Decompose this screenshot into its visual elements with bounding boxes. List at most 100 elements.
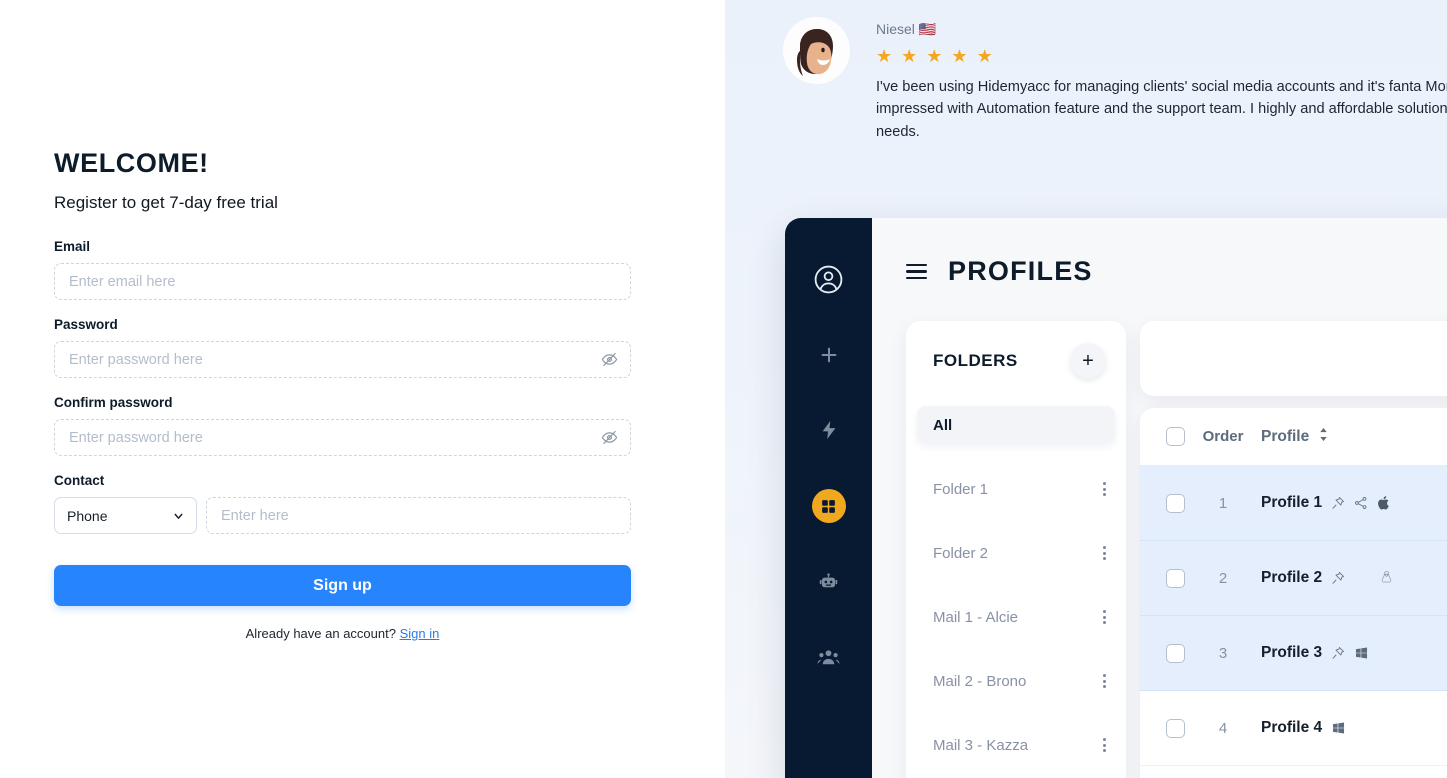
avatar <box>783 17 850 84</box>
folder-options-icon[interactable] <box>1103 482 1106 496</box>
folders-heading: FOLDERS <box>933 351 1018 370</box>
folder-label: Folder 1 <box>933 480 989 498</box>
signup-form-panel: WELCOME! Register to get 7-day free tria… <box>0 0 725 778</box>
contact-type-select[interactable]: Phone <box>54 497 197 534</box>
row-profile: Profile 2 <box>1261 569 1393 587</box>
existing-account-row: Already have an account? Sign in <box>54 626 631 641</box>
row-profile-name: Profile 1 <box>1261 494 1323 511</box>
testimonial-text: I've been using Hidemyacc for managing c… <box>876 79 1447 140</box>
row-order: 2 <box>1218 569 1228 587</box>
sign-in-link[interactable]: Sign in <box>400 626 440 641</box>
apple-icon <box>1377 495 1391 511</box>
contact-row: Phone <box>54 497 631 534</box>
signup-page: WELCOME! Register to get 7-day free tria… <box>0 0 1447 778</box>
toggle-confirm-password-visibility-icon[interactable] <box>600 429 618 447</box>
row-profile-name: Profile 3 <box>1261 644 1323 661</box>
sign-up-button[interactable]: Sign up <box>54 565 631 606</box>
testimonial-body: Niesel 🇺🇸 ★ ★ ★ ★ ★ I've been using Hide… <box>876 17 1447 143</box>
row-profile: Profile 4 <box>1261 719 1346 737</box>
lightning-icon[interactable] <box>813 414 844 445</box>
team-icon[interactable] <box>813 642 844 673</box>
robot-icon[interactable] <box>813 567 844 598</box>
contact-value-input[interactable] <box>206 497 631 534</box>
email-label: Email <box>54 239 91 254</box>
folder-item[interactable]: Mail 2 - Brono <box>906 662 1126 700</box>
pin-icon[interactable] <box>1331 571 1345 585</box>
windows-icon <box>1354 646 1369 660</box>
row-profile: Profile 1 <box>1261 494 1391 512</box>
row-checkbox[interactable] <box>1166 643 1185 663</box>
chevron-down-icon <box>172 509 185 522</box>
windows-icon <box>1331 721 1346 735</box>
sort-updown-icon[interactable] <box>1318 427 1329 446</box>
row-order: 1 <box>1218 494 1228 512</box>
confirm-password-field-block: Confirm password <box>54 395 631 456</box>
user-circle-icon[interactable] <box>813 264 844 295</box>
password-field-block: Password <box>54 317 631 378</box>
row-profile: Profile 3 <box>1261 644 1369 662</box>
promo-panel: Niesel 🇺🇸 ★ ★ ★ ★ ★ I've been using Hide… <box>725 0 1447 778</box>
toggle-password-visibility-icon[interactable] <box>600 351 618 369</box>
app-preview-mockup: PROFILES FOLDERS + All Folder 1 Folder 2… <box>785 218 1447 778</box>
app-page-title: PROFILES <box>948 256 1093 286</box>
contact-label: Contact <box>54 473 105 488</box>
password-label: Password <box>54 317 118 332</box>
pin-icon[interactable] <box>1331 496 1345 510</box>
add-folder-button[interactable]: + <box>1070 343 1106 379</box>
password-input[interactable] <box>54 341 631 378</box>
folder-label: Mail 2 - Brono <box>933 672 1027 690</box>
existing-account-text: Already have an account? <box>245 626 396 641</box>
row-checkbox[interactable] <box>1166 493 1185 513</box>
star-icon: ★ <box>876 46 893 66</box>
table-row[interactable]: 2 Profile 2 <box>1140 541 1447 616</box>
linux-icon <box>1380 570 1393 586</box>
plus-icon[interactable] <box>813 339 844 370</box>
folder-label: Mail 3 - Kazza <box>933 736 1029 754</box>
table-row[interactable]: 1 Profile 1 <box>1140 466 1447 541</box>
folder-item[interactable]: Folder 2 <box>906 534 1126 572</box>
confirm-password-input[interactable] <box>54 419 631 456</box>
hamburger-icon[interactable] <box>906 263 927 280</box>
contact-type-value: Phone <box>67 507 108 524</box>
password-input-wrap <box>54 341 631 378</box>
email-input[interactable] <box>54 263 631 300</box>
folder-item[interactable]: Mail 1 - Alcie <box>906 598 1126 636</box>
rating-stars: ★ ★ ★ ★ ★ <box>876 47 1447 65</box>
table-row[interactable]: 3 Profile 3 <box>1140 616 1447 691</box>
folder-options-icon[interactable] <box>1103 546 1106 560</box>
table-row[interactable]: 4 Profile 4 <box>1140 691 1447 766</box>
star-icon: ★ <box>976 46 993 66</box>
app-sidebar <box>785 218 872 778</box>
column-header-profile-label: Profile <box>1261 427 1310 445</box>
page-subtitle: Register to get 7-day free trial <box>54 193 278 212</box>
row-profile-name: Profile 4 <box>1261 719 1323 736</box>
profiles-table: Order Profile 1 Profile 1 2 Profile 2 3 … <box>1140 408 1447 778</box>
contact-field-block: Contact Phone <box>54 473 631 534</box>
app-header: PROFILES <box>906 256 1447 287</box>
folder-item[interactable]: Folder 1 <box>906 470 1126 508</box>
select-all-checkbox[interactable] <box>1166 427 1185 446</box>
folder-item[interactable]: Mail 3 - Kazza <box>906 726 1126 764</box>
pin-icon[interactable] <box>1331 646 1345 660</box>
star-icon: ★ <box>926 46 943 66</box>
app-body: FOLDERS + All Folder 1 Folder 2 Mail 1 -… <box>906 321 1447 778</box>
star-icon: ★ <box>951 46 968 66</box>
row-profile-name: Profile 2 <box>1261 569 1323 586</box>
row-order: 3 <box>1218 644 1228 662</box>
column-header-profile[interactable]: Profile <box>1261 427 1329 446</box>
share-icon[interactable] <box>1354 496 1368 510</box>
profiles-toolbar <box>1140 321 1447 396</box>
row-checkbox[interactable] <box>1166 568 1185 588</box>
folder-options-icon[interactable] <box>1103 610 1106 624</box>
row-checkbox[interactable] <box>1166 718 1185 738</box>
folder-options-icon[interactable] <box>1103 674 1106 688</box>
email-field-block: Email <box>54 239 631 300</box>
folder-label: All <box>933 416 953 434</box>
folder-options-icon[interactable] <box>1103 738 1106 752</box>
testimonial-author: Niesel 🇺🇸 <box>876 21 937 37</box>
column-header-order: Order <box>1202 428 1244 445</box>
folder-label: Folder 2 <box>933 544 989 562</box>
grid-icon[interactable] <box>811 489 846 523</box>
row-order: 4 <box>1218 719 1228 737</box>
folder-item-all[interactable]: All <box>917 406 1115 444</box>
